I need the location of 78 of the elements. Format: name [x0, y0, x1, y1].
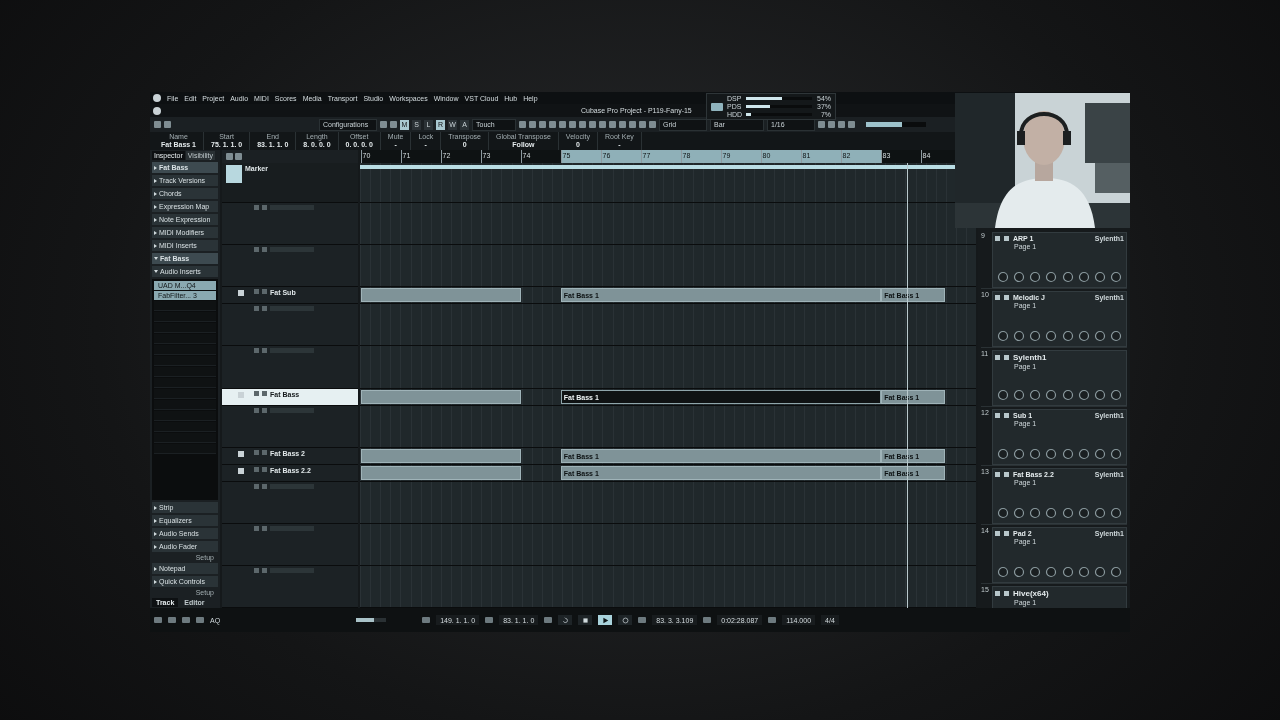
midi-part[interactable]: [360, 389, 521, 404]
midi-part[interactable]: [360, 288, 521, 303]
knob[interactable]: [1029, 448, 1042, 460]
track-header[interactable]: [222, 523, 358, 565]
knob[interactable]: [1013, 566, 1026, 578]
knob[interactable]: [1029, 330, 1042, 342]
knob[interactable]: [1077, 330, 1090, 342]
knob[interactable]: [1029, 566, 1042, 578]
midi-part[interactable]: [360, 465, 521, 480]
knob[interactable]: [1029, 389, 1042, 401]
knob[interactable]: [1013, 271, 1026, 283]
disabled-track-name: [270, 407, 314, 413]
knob[interactable]: [1077, 389, 1090, 401]
cycle-icon: [561, 616, 569, 624]
knob[interactable]: [1110, 330, 1122, 342]
knob[interactable]: [1077, 271, 1090, 283]
knob[interactable]: [1077, 566, 1090, 578]
cycle-button[interactable]: [558, 615, 573, 625]
knob[interactable]: [997, 330, 1009, 342]
knob[interactable]: [1110, 448, 1122, 460]
track-header[interactable]: [222, 481, 358, 523]
stop-icon: [581, 616, 589, 624]
knob[interactable]: [1093, 566, 1106, 578]
knob[interactable]: [1093, 330, 1106, 342]
knob[interactable]: [997, 507, 1009, 519]
knob[interactable]: [1061, 389, 1074, 401]
knob[interactable]: [997, 566, 1009, 578]
knob[interactable]: [1110, 389, 1122, 401]
knob[interactable]: [1093, 271, 1106, 283]
record-icon: [621, 616, 629, 624]
play-button[interactable]: [598, 615, 613, 625]
knob[interactable]: [1077, 448, 1090, 460]
track-header[interactable]: [222, 346, 358, 388]
knob[interactable]: [1077, 507, 1090, 519]
disabled-track-name: [270, 567, 314, 573]
knob[interactable]: [1093, 389, 1106, 401]
knob[interactable]: [1061, 271, 1074, 283]
track-header[interactable]: [222, 565, 358, 607]
stop-button[interactable]: [578, 615, 593, 625]
track-header[interactable]: [222, 304, 358, 346]
disabled-track-name: [270, 525, 314, 531]
track-header[interactable]: [222, 405, 358, 447]
level-meter: [866, 122, 926, 127]
knob[interactable]: [1110, 507, 1122, 519]
instrument-name: Sylenth1: [1013, 353, 1047, 362]
instrument-name: Hive(x64): [1013, 589, 1049, 598]
playhead-line[interactable]: [907, 163, 909, 608]
knob[interactable]: [1013, 330, 1026, 342]
record-button[interactable]: [618, 615, 633, 625]
disabled-track-name: [270, 483, 314, 489]
knob[interactable]: [1061, 448, 1074, 460]
knob[interactable]: [1013, 389, 1026, 401]
knob[interactable]: [1093, 507, 1106, 519]
knob[interactable]: [1013, 507, 1026, 519]
knob[interactable]: [1093, 448, 1106, 460]
audio-driver-icon[interactable]: [711, 102, 723, 111]
knob[interactable]: [1061, 330, 1074, 342]
knob[interactable]: [1045, 389, 1058, 401]
play-icon: [601, 616, 609, 624]
knob[interactable]: [1045, 566, 1058, 578]
level-meter: [356, 618, 387, 622]
knob[interactable]: [1029, 271, 1042, 283]
midi-part[interactable]: [360, 448, 521, 463]
knob[interactable]: [1061, 507, 1074, 519]
knob[interactable]: [1061, 566, 1074, 578]
track-color-swatch: [226, 165, 242, 183]
knob[interactable]: [1045, 448, 1058, 460]
knob[interactable]: [1045, 507, 1058, 519]
knob[interactable]: [1029, 507, 1042, 519]
knob[interactable]: [997, 448, 1009, 460]
knob[interactable]: [1045, 330, 1058, 342]
track-header[interactable]: [222, 245, 358, 287]
knob[interactable]: [1045, 271, 1058, 283]
knob[interactable]: [1110, 271, 1122, 283]
knob[interactable]: [1013, 448, 1026, 460]
knob[interactable]: [997, 271, 1009, 283]
knob[interactable]: [997, 389, 1009, 401]
knob[interactable]: [1110, 566, 1122, 578]
